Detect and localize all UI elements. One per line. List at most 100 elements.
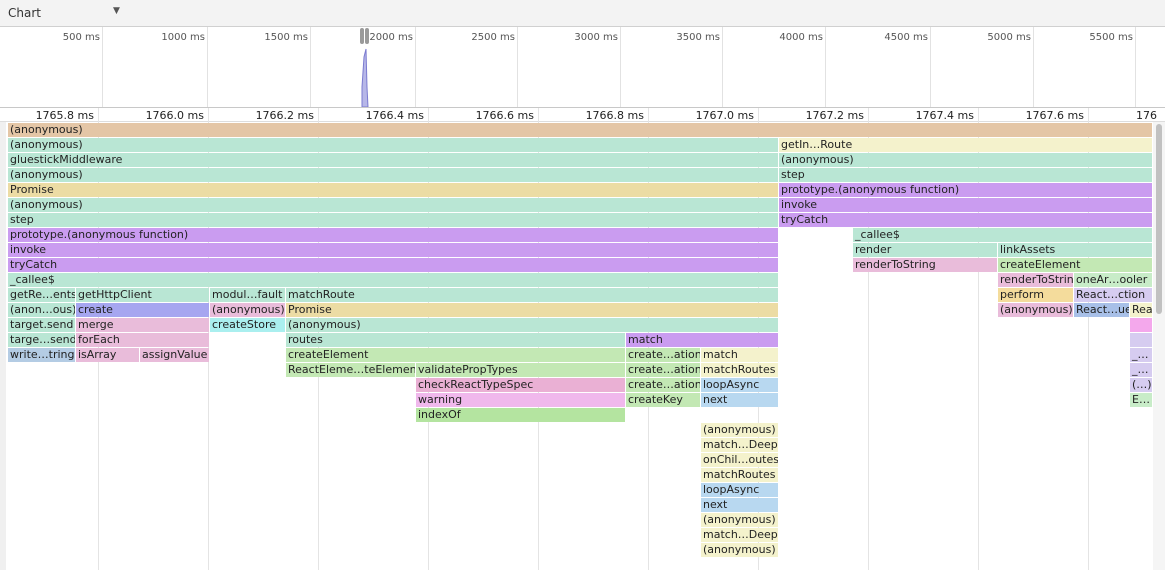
timeline-overview[interactable]: 500 ms 1000 ms 1500 ms 2000 ms 2500 ms 3000 m… [0, 27, 1165, 108]
toolbar: Chart ▼ [0, 0, 1165, 27]
view-mode-dropdown[interactable]: Chart ▼ [0, 0, 130, 27]
flame-bar[interactable]: _callee$ [853, 228, 1153, 242]
flame-bar[interactable]: write…tring [8, 348, 76, 362]
flame-bar[interactable]: getHttpClient [76, 288, 210, 302]
flame-bar[interactable]: (anonymous) [8, 168, 779, 182]
flame-bar[interactable]: matchRoutes [701, 468, 779, 482]
flame-bar[interactable]: (anonymous) [701, 513, 779, 527]
flame-bar[interactable]: invoke [779, 198, 1153, 212]
flame-bar[interactable]: E… [1130, 393, 1153, 407]
ruler-tick-label: 1766.8 ms [585, 109, 644, 122]
overview-gridline [620, 27, 621, 107]
flame-bar[interactable]: (anonymous) [210, 303, 286, 317]
flame-bar[interactable]: tryCatch [779, 213, 1153, 227]
flame-bar[interactable]: createElement [998, 258, 1153, 272]
flame-bar[interactable]: create…ation [626, 348, 701, 362]
flame-bar[interactable]: create [76, 303, 210, 317]
flame-bar[interactable]: targe…send [8, 333, 76, 347]
flame-bar[interactable] [1130, 318, 1153, 332]
flame-bar[interactable]: getIn…Route [779, 138, 1153, 152]
flame-bar[interactable]: (anonymous) [998, 303, 1074, 317]
flame-bar[interactable]: modul…fault [210, 288, 286, 302]
flame-bar[interactable]: _… [1130, 363, 1153, 377]
flame-bar[interactable]: React…ction [1074, 288, 1153, 302]
flame-bar[interactable]: (anonymous) [8, 138, 779, 152]
flame-bar[interactable]: React…ueue [1074, 303, 1130, 317]
flame-bar[interactable]: loopAsync [701, 483, 779, 497]
flame-bar[interactable]: next [701, 393, 779, 407]
flame-bar[interactable]: (anonymous) [8, 123, 1153, 137]
flame-bar[interactable]: perform [998, 288, 1074, 302]
flame-bar[interactable]: warning [416, 393, 626, 407]
flame-bar[interactable]: Promise [8, 183, 779, 197]
flame-bar[interactable]: (anonymous) [701, 543, 779, 557]
flame-bar[interactable]: Promise [286, 303, 779, 317]
flame-chart[interactable]: (anonymous) (anonymous) gluestickMiddlewar… [0, 122, 1165, 570]
flame-bar[interactable]: target.send [8, 318, 76, 332]
flame-bar[interactable]: prototype.(anonymous function) [779, 183, 1153, 197]
overview-tick-label: 3000 ms [574, 32, 618, 43]
overview-tick-label: 500 ms [62, 32, 100, 43]
flame-bar[interactable]: invoke [8, 243, 779, 257]
flame-bar[interactable]: matchRoute [286, 288, 779, 302]
flame-bar[interactable]: prototype.(anonymous function) [8, 228, 779, 242]
flame-bar[interactable]: ReactEleme…teElement [286, 363, 416, 377]
overview-gridline [1033, 27, 1034, 107]
view-mode-label: Chart [8, 6, 41, 20]
flame-bar[interactable]: tryCatch [8, 258, 779, 272]
flame-bar[interactable]: _… [1130, 348, 1153, 362]
flame-bar[interactable]: match…Deep [701, 438, 779, 452]
flame-bar[interactable]: onChil…outes [701, 453, 779, 467]
flame-bar[interactable]: oneAr…ooler [1074, 273, 1153, 287]
flame-bar[interactable]: indexOf [416, 408, 626, 422]
overview-tick-label: 5000 ms [987, 32, 1031, 43]
flame-bar[interactable]: next [701, 498, 779, 512]
ruler-tick-label: 1766.6 ms [475, 109, 534, 122]
flame-bar[interactable]: match…Deep [701, 528, 779, 542]
flame-bar[interactable]: isArray [76, 348, 140, 362]
flame-bar[interactable]: Reac…nfo [1130, 303, 1153, 317]
flame-bar[interactable]: renderToString [853, 258, 998, 272]
flame-bar[interactable]: (anonymous) [286, 318, 779, 332]
flame-bar[interactable]: match [626, 333, 779, 347]
flame-bar[interactable]: linkAssets [998, 243, 1153, 257]
overview-gridline [722, 27, 723, 107]
flame-bar[interactable]: assignValue [140, 348, 210, 362]
ruler-tick-label: 1766.2 ms [255, 109, 314, 122]
flame-bar[interactable]: step [8, 213, 779, 227]
flame-bar[interactable]: (anonymous) [8, 198, 779, 212]
flame-bar[interactable]: _callee$ [8, 273, 779, 287]
flame-bar[interactable]: match [701, 348, 779, 362]
ruler-tick-label: 176 [1136, 109, 1157, 122]
flame-bar[interactable] [1130, 333, 1153, 347]
flame-bar[interactable]: createStore [210, 318, 286, 332]
flame-bar[interactable]: matchRoutes [701, 363, 779, 377]
ruler-tick-label: 1766.0 ms [145, 109, 204, 122]
flame-bar[interactable]: routes [286, 333, 626, 347]
flame-bar[interactable]: gluestickMiddleware [8, 153, 779, 167]
flame-bar[interactable]: checkReactTypeSpec [416, 378, 626, 392]
flame-bar[interactable]: step [779, 168, 1153, 182]
flame-bar[interactable]: create…ation [626, 378, 701, 392]
flame-bar[interactable]: validatePropTypes [416, 363, 626, 377]
overview-tick-label: 4500 ms [884, 32, 928, 43]
chevron-down-icon: ▼ [113, 6, 120, 16]
vertical-scrollbar-thumb[interactable] [1156, 124, 1162, 314]
overview-gridline [930, 27, 931, 107]
flame-bar[interactable]: (anonymous) [701, 423, 779, 437]
flame-bar[interactable]: renderToStringImpl [998, 273, 1074, 287]
flame-bar[interactable]: render [853, 243, 998, 257]
overview-tick-label: 5500 ms [1089, 32, 1133, 43]
flame-bar[interactable]: forEach [76, 333, 210, 347]
flame-bar[interactable]: create…ation [626, 363, 701, 377]
flame-bar[interactable]: createElement [286, 348, 626, 362]
flame-bar[interactable]: (anon…ous) [8, 303, 76, 317]
overview-tick-label: 2000 ms [369, 32, 413, 43]
flame-bar[interactable]: createKey [626, 393, 701, 407]
flame-bar[interactable]: getRe…ents [8, 288, 76, 302]
flame-bar[interactable]: loopAsync [701, 378, 779, 392]
flame-bar[interactable]: (…) [1130, 378, 1153, 392]
overview-tick-label: 4000 ms [779, 32, 823, 43]
flame-bar[interactable]: (anonymous) [779, 153, 1153, 167]
flame-bar[interactable]: merge [76, 318, 210, 332]
